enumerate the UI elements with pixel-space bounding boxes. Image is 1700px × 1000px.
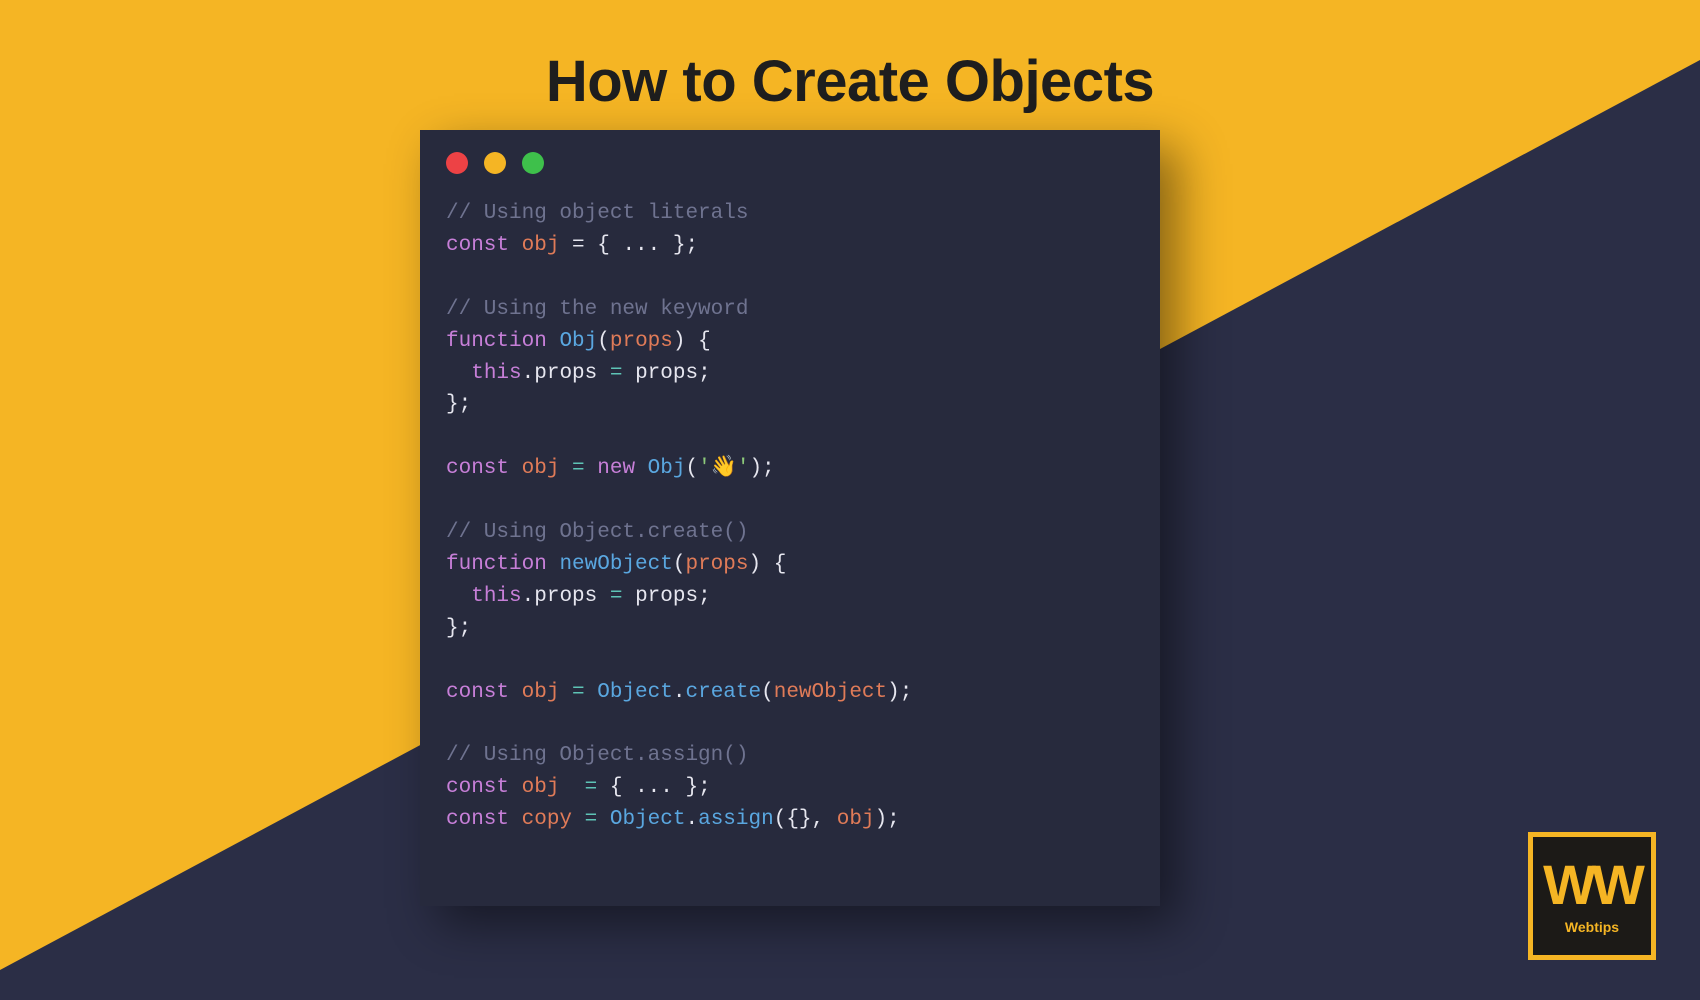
code-brace: }; — [446, 617, 471, 640]
code-operator: = — [585, 776, 610, 799]
code-paren: ); — [887, 681, 912, 704]
code-paren: ( — [761, 681, 774, 704]
code-keyword: const — [446, 234, 509, 257]
code-operator: = — [597, 585, 635, 608]
code-sep: , — [812, 808, 837, 831]
code-operator: = — [559, 681, 597, 704]
stage: How to Create Objects // Using object li… — [0, 0, 1700, 1000]
code-comment: // Using object literals — [446, 202, 748, 225]
window-traffic-lights — [420, 130, 1160, 180]
code-keyword: const — [446, 681, 509, 704]
webtips-logo[interactable]: WW Webtips — [1528, 832, 1656, 960]
code-identifier: props — [635, 585, 698, 608]
page-title: How to Create Objects — [0, 48, 1700, 115]
code-operator: = — [597, 362, 635, 385]
code-keyword: const — [446, 776, 509, 799]
code-comment: // Using Object.assign() — [446, 744, 748, 767]
code-identifier: props — [635, 362, 698, 385]
logo-mark: WW — [1543, 857, 1641, 913]
code-paren: ( — [673, 553, 686, 576]
code-string: '👋' — [698, 457, 749, 480]
code-identifier: newObject — [774, 681, 887, 704]
code-keyword: function — [446, 553, 547, 576]
code-class: Object — [610, 808, 686, 831]
code-dot: . — [673, 681, 686, 704]
code-identifier: obj — [522, 681, 560, 704]
code-text: { ... }; — [610, 776, 711, 799]
code-identifier: obj — [522, 234, 560, 257]
code-class: Object — [597, 681, 673, 704]
code-keyword: this — [471, 585, 521, 608]
logo-subtitle: Webtips — [1565, 919, 1619, 935]
code-comment: // Using Object.create() — [446, 521, 748, 544]
code-param: props — [610, 330, 673, 353]
code-identifier: obj — [837, 808, 875, 831]
code-comment: // Using the new keyword — [446, 298, 748, 321]
minimize-icon[interactable] — [484, 152, 506, 174]
code-paren: ( — [597, 330, 610, 353]
code-identifier: obj — [522, 776, 560, 799]
code-operator: = — [559, 457, 597, 480]
code-function: newObject — [559, 553, 672, 576]
code-paren: ); — [749, 457, 774, 480]
code-function: Obj — [648, 457, 686, 480]
code-keyword: new — [597, 457, 635, 480]
code-semi: ; — [698, 362, 711, 385]
code-paren: ( — [774, 808, 787, 831]
code-editor-window: // Using object literals const obj = { .… — [420, 130, 1160, 906]
code-property: .props — [522, 362, 598, 385]
code-keyword: function — [446, 330, 547, 353]
code-paren: ) { — [673, 330, 711, 353]
code-keyword: const — [446, 457, 509, 480]
code-function: Obj — [559, 330, 597, 353]
code-block: // Using object literals const obj = { .… — [420, 180, 1160, 866]
code-semi: ; — [698, 585, 711, 608]
code-identifier: copy — [522, 808, 572, 831]
code-operator: = — [572, 808, 610, 831]
code-paren: ); — [875, 808, 900, 831]
code-keyword: this — [471, 362, 521, 385]
maximize-icon[interactable] — [522, 152, 544, 174]
code-paren: ( — [685, 457, 698, 480]
code-identifier: obj — [522, 457, 560, 480]
code-method: assign — [698, 808, 774, 831]
code-property: .props — [522, 585, 598, 608]
code-method: create — [685, 681, 761, 704]
code-param: props — [685, 553, 748, 576]
code-brace: }; — [446, 393, 471, 416]
code-keyword: const — [446, 808, 509, 831]
code-text: = { ... }; — [559, 234, 698, 257]
code-dot: . — [685, 808, 698, 831]
code-paren: ) { — [748, 553, 786, 576]
code-pad — [559, 776, 584, 799]
close-icon[interactable] — [446, 152, 468, 174]
code-arg: {} — [786, 808, 811, 831]
